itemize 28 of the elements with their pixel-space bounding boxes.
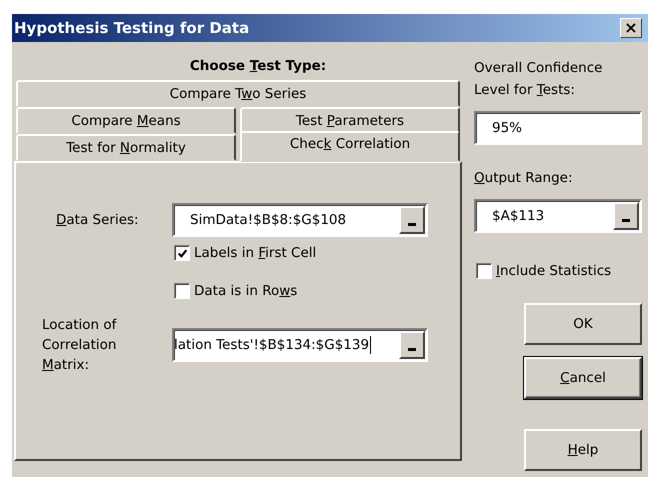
dialog-button[interactable]: Help [524, 429, 642, 471]
input-field[interactable]: $A$113 [474, 199, 642, 233]
input-field[interactable]: lation Tests'!$B$134:$G$139 [172, 328, 428, 362]
field-label: Data Series: [55, 212, 140, 228]
range-button[interactable] [399, 331, 425, 359]
field-label: Output Range: [474, 169, 574, 188]
checkmark-icon [176, 248, 188, 258]
checkbox-label[interactable]: Data is in Rows [194, 283, 298, 299]
window-title: Hypothesis Testing for Data [14, 19, 250, 37]
tab[interactable]: Compare Means [16, 107, 236, 134]
checkbox-label[interactable]: Include Statistics [496, 263, 612, 279]
section-heading: Choose Test Type: [190, 58, 326, 74]
checkbox[interactable] [174, 283, 190, 299]
checkbox-label[interactable]: Labels in First Cell [194, 245, 316, 261]
input-field[interactable]: 95% [474, 111, 642, 145]
close-button[interactable]: × [620, 18, 642, 38]
dialog-button[interactable]: Cancel [524, 357, 642, 399]
tab[interactable]: Compare Two Series [16, 80, 460, 107]
input-field[interactable]: SimData!$B$8:$G$108 [172, 203, 428, 237]
tab[interactable]: Test for Normality [16, 134, 236, 161]
field-label: Location of Correlation Matrix: [41, 316, 118, 375]
checkbox[interactable] [476, 263, 492, 279]
dialog-button[interactable]: OK [524, 303, 642, 345]
checkbox[interactable] [174, 245, 190, 261]
field-label: Overall Confidence Level for Tests: [474, 59, 604, 100]
tab[interactable]: Check Correlation [240, 131, 460, 162]
range-button[interactable] [613, 202, 639, 230]
range-button[interactable] [399, 206, 425, 234]
